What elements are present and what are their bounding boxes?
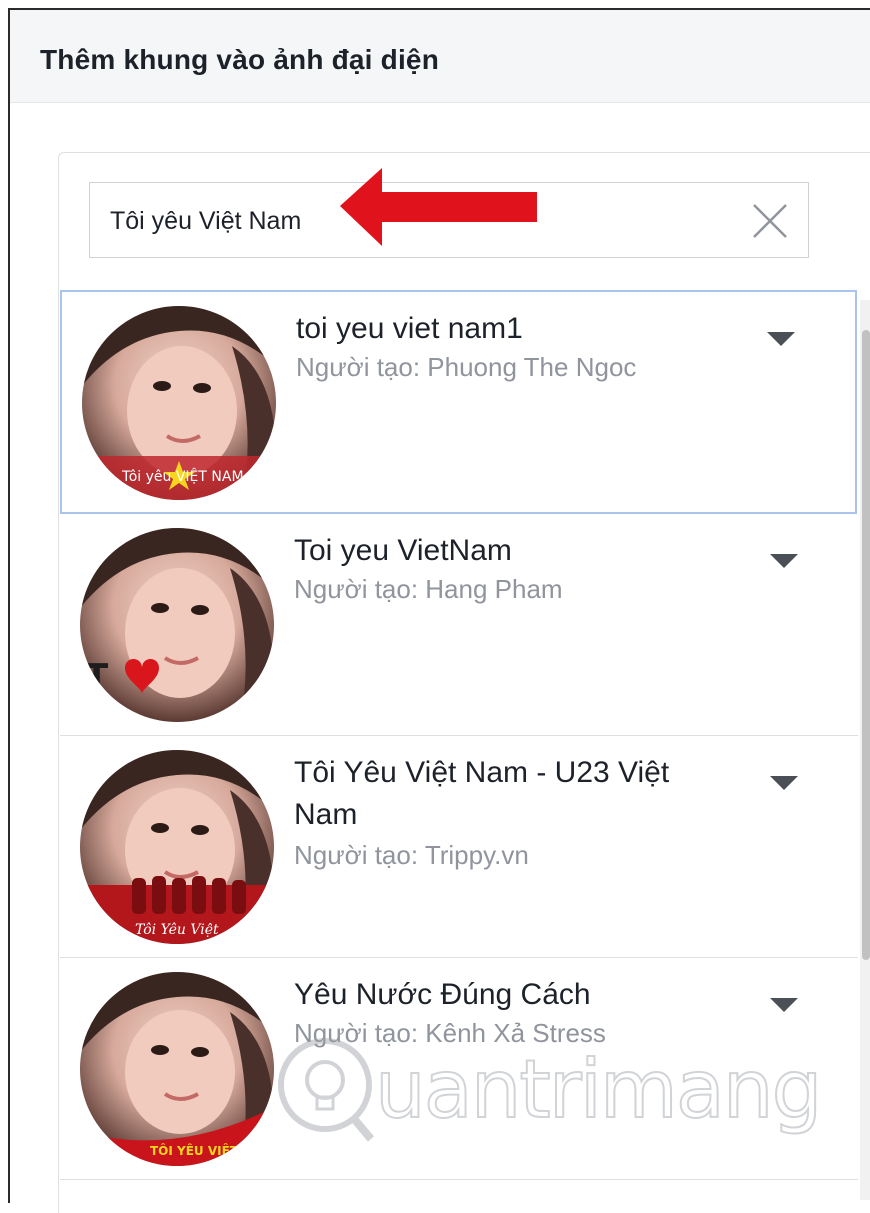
frame-caption: T (85, 657, 109, 697)
chevron-down-icon[interactable] (770, 776, 798, 792)
frame-creator: Người tạo: Trippy.vn (294, 840, 529, 870)
chevron-down-icon[interactable] (770, 998, 798, 1014)
frame-preview-avatar: TÔI YÊU VIỆT NAM (80, 972, 274, 1166)
frame-creator: Người tạo: Kênh Xả Stress (294, 1018, 606, 1048)
frame-result-item[interactable]: TÔI YÊU VIỆT NAM Yêu Nước Đúng Cách Ngườ… (60, 958, 858, 1180)
frame-title: Yêu Nước Đúng Cách (294, 978, 591, 1011)
clear-search-icon[interactable] (750, 201, 790, 241)
frame-caption: TÔI YÊU VIỆT NAM (150, 1143, 273, 1158)
dialog-header: Thêm khung vào ảnh đại diện (10, 10, 870, 103)
frame-results-list: Tôi yêu VIỆT NAM toi yeu viet nam1 Người… (60, 290, 858, 1180)
frame-result-item[interactable]: Tôi Yêu Việt Tôi Yêu Việt Nam - U23 Việt… (60, 736, 858, 958)
frame-creator: Người tạo: Hang Pham (294, 574, 563, 604)
frame-preview-avatar: Tôi Yêu Việt (80, 750, 274, 944)
frame-preview-avatar: Tôi yêu VIỆT NAM (82, 306, 276, 500)
frame-title: toi yeu viet nam1 (296, 312, 523, 345)
chevron-down-icon[interactable] (770, 554, 798, 570)
frame-title: Tôi Yêu Việt Nam - U23 Việt Nam (294, 756, 670, 831)
frame-result-item[interactable]: Tôi yêu VIỆT NAM toi yeu viet nam1 Người… (60, 290, 857, 514)
red-arrow-annotation (340, 168, 537, 246)
frame-caption: Tôi Yêu Việt (135, 922, 219, 938)
chevron-down-icon[interactable] (767, 332, 795, 348)
frame-caption: Tôi yêu VIỆT NAM (121, 467, 244, 485)
frame-preview-avatar: T (80, 528, 274, 722)
results-scroll-thumb[interactable] (862, 330, 870, 960)
dialog-title: Thêm khung vào ảnh đại diện (40, 44, 439, 75)
frame-creator: Người tạo: Phuong The Ngoc (296, 352, 637, 382)
frame-result-item[interactable]: T Toi yeu VietNam Người tạo: Hang Pham (60, 514, 858, 736)
frame-title: Toi yeu VietNam (294, 534, 512, 567)
